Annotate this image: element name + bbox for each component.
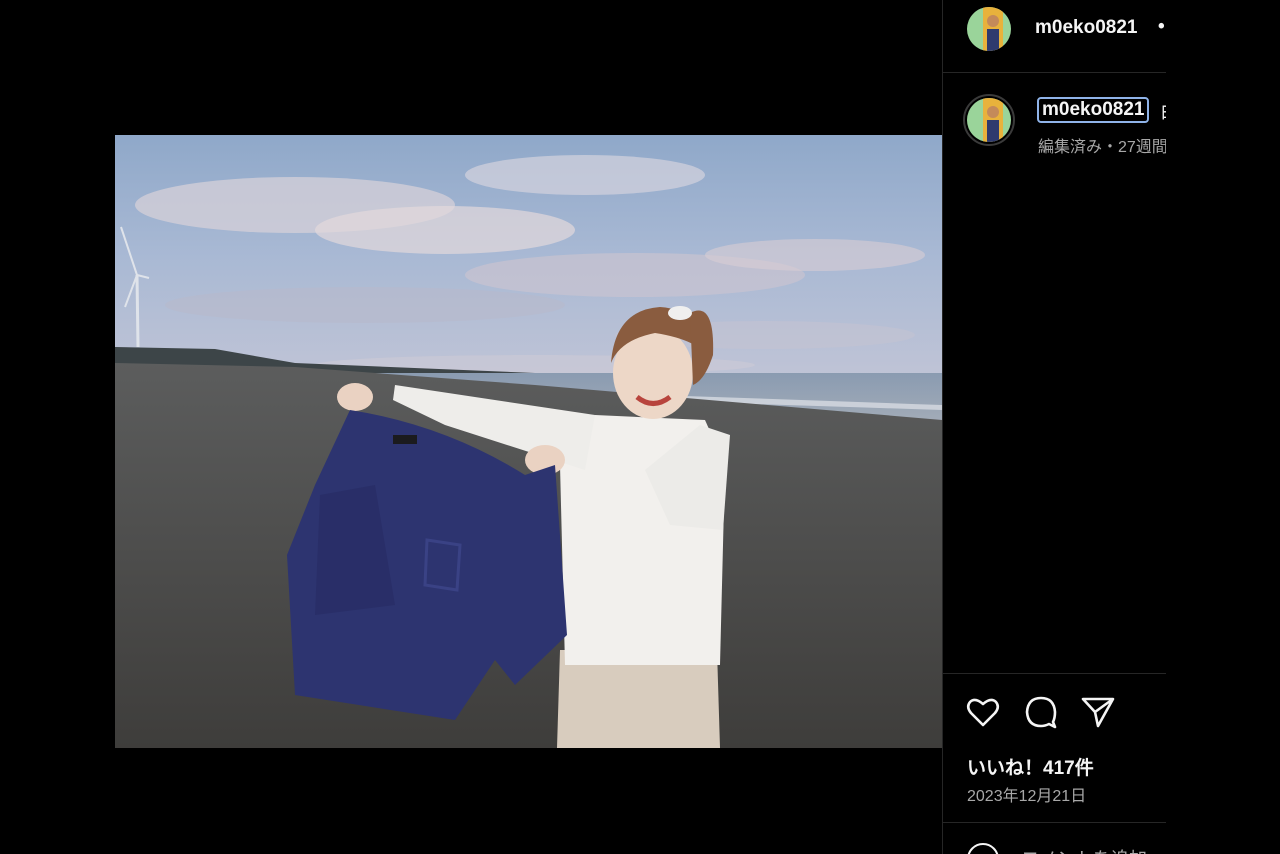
instagram-post-viewer: m0eko0821 • m0eko0821 白 編集済み・27週間: [0, 0, 1280, 854]
post-actions: いいね！417件 2023年12月21日: [943, 673, 1166, 824]
profile-avatar[interactable]: [967, 7, 1011, 51]
header-separator: •: [1158, 16, 1165, 37]
heart-icon[interactable]: [965, 694, 1001, 730]
avatar-image: [967, 7, 1011, 51]
header-username[interactable]: m0eko0821: [1035, 17, 1137, 39]
avatar-image: [967, 98, 1011, 142]
likes-count[interactable]: いいね！417件: [967, 753, 1094, 780]
comment-bar: コメントを追加...: [943, 822, 1166, 854]
post-header: m0eko0821 •: [943, 0, 1166, 73]
beach-photo-image: [115, 135, 942, 748]
caption-username-link[interactable]: m0eko0821: [1037, 97, 1150, 123]
emoji-icon[interactable]: [967, 843, 999, 854]
post-side-panel: m0eko0821 • m0eko0821 白 編集済み・27週間: [942, 0, 1166, 854]
post-photo[interactable]: [115, 135, 942, 748]
caption-avatar[interactable]: [967, 98, 1011, 142]
paper-plane-icon[interactable]: [1080, 694, 1116, 730]
post-date[interactable]: 2023年12月21日: [967, 782, 1086, 806]
caption-meta: 編集済み・27週間: [1038, 139, 1166, 156]
comment-bubble-icon[interactable]: [1023, 694, 1059, 730]
comment-input[interactable]: コメントを追加...: [1021, 845, 1162, 854]
caption-section: m0eko0821 白 編集済み・27週間: [943, 74, 1166, 174]
caption-text: 白: [1160, 98, 1166, 124]
